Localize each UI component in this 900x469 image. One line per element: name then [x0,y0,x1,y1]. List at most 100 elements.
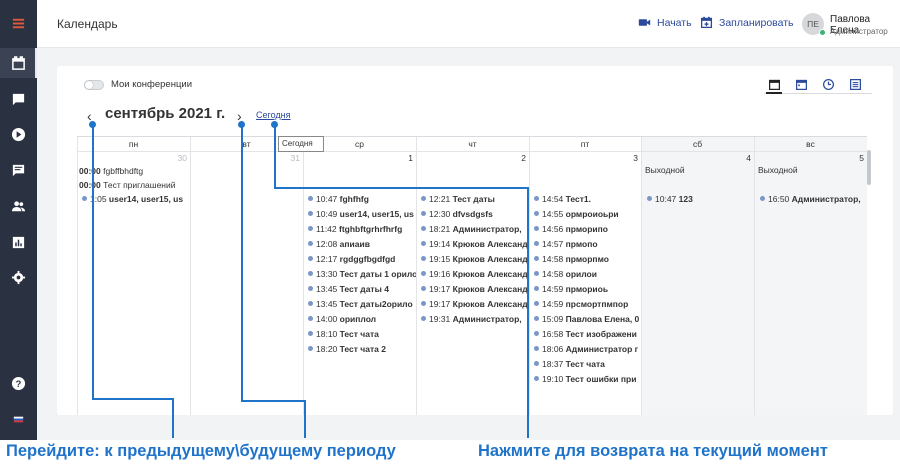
list-item[interactable]: 18:10 Тест чата [308,328,416,340]
grid-scrollbar[interactable] [867,150,871,185]
event-title: Крюков Александ [452,254,528,264]
column-divider [641,137,642,415]
column-divider [303,137,304,415]
list-item[interactable]: 12:17 rgdggfbgdfgd [308,253,416,265]
list-item[interactable]: 13:45 Тест даты2орило [308,298,416,310]
list-item[interactable]: 12:30 dfvsdgsfs [421,208,529,220]
list-item[interactable]: 13:30 Тест даты 1 орило [308,268,416,280]
sidebar-item-language[interactable] [0,404,37,434]
event-title: user14, user15, us [339,209,414,219]
event-title: Крюков Александ [452,269,528,279]
event-time: 10:49 [316,209,338,219]
list-item[interactable]: 18:21 Администратор, [421,223,529,235]
sidebar-item-messages[interactable] [0,155,37,185]
event-time: 19:16 [429,269,451,279]
view-list-button[interactable] [847,76,863,92]
start-button[interactable]: Начать [638,16,692,29]
list-item[interactable]: 18:06 Администратор г [534,343,641,355]
sidebar-item-stats[interactable] [0,227,37,257]
day-number[interactable]: 4 [733,153,751,163]
list-item[interactable]: 18:37 Тест чата [534,358,641,370]
event-time: 13:45 [316,284,338,294]
list-item[interactable]: 14:59 прмориоь [534,283,641,295]
event-dot [308,196,313,201]
list-item[interactable]: 1:05 user14, user15, us [82,193,190,205]
event-dot [534,241,539,246]
list-item[interactable]: 19:15 Крюков Александ [421,253,529,265]
list-item[interactable]: 19:10 Тест ошибки при [534,373,641,385]
list-item[interactable]: 14:59 прсмортпмпор [534,298,641,310]
list-item[interactable]: 10:49 user14, user15, us [308,208,416,220]
column-divider [416,137,417,415]
day-number[interactable]: 30 [169,153,187,163]
view-day-button[interactable] [820,76,836,92]
list-item[interactable]: 14:00 ориплол [308,313,416,325]
event-dot [308,301,313,306]
list-item[interactable]: 14:54 Тест1. [534,193,641,205]
list-item[interactable]: 16:50 Администратор, [760,193,866,205]
list-item[interactable]: 14:55 ормроиоьри [534,208,641,220]
event-dot [421,256,426,261]
event-title: fghfhfg [339,194,369,204]
day-number[interactable]: 3 [620,153,638,163]
event-title: прморипо [565,224,608,234]
list-item[interactable]: 19:17 Крюков Александ [421,283,529,295]
day-number[interactable]: 1 [395,153,413,163]
list-item[interactable]: 19:17 Крюков Александ [421,298,529,310]
list-item[interactable]: 10:47 123 [647,193,753,205]
event-title: Тест чата [339,329,379,339]
online-status-dot [819,29,826,36]
event-time: 13:30 [316,269,338,279]
day-number[interactable]: 2 [508,153,526,163]
event-time: 13:45 [316,299,338,309]
list-item[interactable]: 14:58 орилои [534,268,641,280]
list-item[interactable]: 16:58 Тест изображени [534,328,641,340]
sidebar-item-play[interactable] [0,119,37,149]
list-item[interactable]: 14:56 прморипо [534,223,641,235]
event-dot [534,256,539,261]
my-conferences-toggle[interactable] [84,80,104,90]
event-title: user14, user15, us [108,194,184,204]
event-dot [308,346,313,351]
event-time: 00:00 [79,180,101,190]
list-item[interactable]: 19:31 Администратор, [421,313,529,325]
language-flag-icon [13,416,24,422]
view-week-button[interactable] [793,76,809,92]
list-item[interactable]: 11:42 ftghbftgrhrfhrfg [308,223,416,235]
event-time: 18:20 [316,344,338,354]
list-item[interactable]: 14:57 прмопо [534,238,641,250]
sidebar-item-help[interactable]: ? [0,368,37,398]
event-dot [534,271,539,276]
event-dot [308,241,313,246]
event-title: ориплол [339,314,377,324]
help-icon: ? [11,376,26,390]
event-time: 12:30 [429,209,451,219]
list-item[interactable]: 12:08 апиаив [308,238,416,250]
menu-button[interactable] [0,8,37,38]
day-number[interactable]: 31 [282,153,300,163]
sidebar-item-users[interactable] [0,191,37,221]
event-time: 14:00 [316,314,338,324]
list-item[interactable]: 19:16 Крюков Александ [421,268,529,280]
month-grid: пн вт ср чт пт сб вс 30 31 1 2 3 4 5 00:… [77,136,867,415]
list-item[interactable]: 10:47 fghfhfg [308,193,416,205]
sidebar-item-settings[interactable] [0,262,37,292]
sidebar-item-chat[interactable] [0,84,37,114]
sidebar-item-calendar[interactable] [0,48,37,78]
list-item[interactable]: 19:14 Крюков Александ [421,238,529,250]
calendar-add-icon [700,16,713,29]
list-item[interactable]: 13:45 Тест даты 4 [308,283,416,295]
event-time: 12:21 [429,194,451,204]
event-dot [308,211,313,216]
view-month-button[interactable] [766,76,782,92]
list-item[interactable]: 00:00 fgbffbhdftg [79,165,143,177]
page-title: Календарь [57,17,118,31]
list-item[interactable]: 12:21 Тест даты [421,193,529,205]
list-item[interactable]: 18:20 Тест чата 2 [308,343,416,355]
day-number[interactable]: 5 [846,153,864,163]
list-item[interactable]: 14:58 прморпмо [534,253,641,265]
event-dot [534,226,539,231]
today-link[interactable]: Сегодня [256,110,291,120]
list-item[interactable]: 15:09 Павлова Елена, 0 [534,313,641,325]
schedule-button[interactable]: Запланировать [700,16,794,29]
